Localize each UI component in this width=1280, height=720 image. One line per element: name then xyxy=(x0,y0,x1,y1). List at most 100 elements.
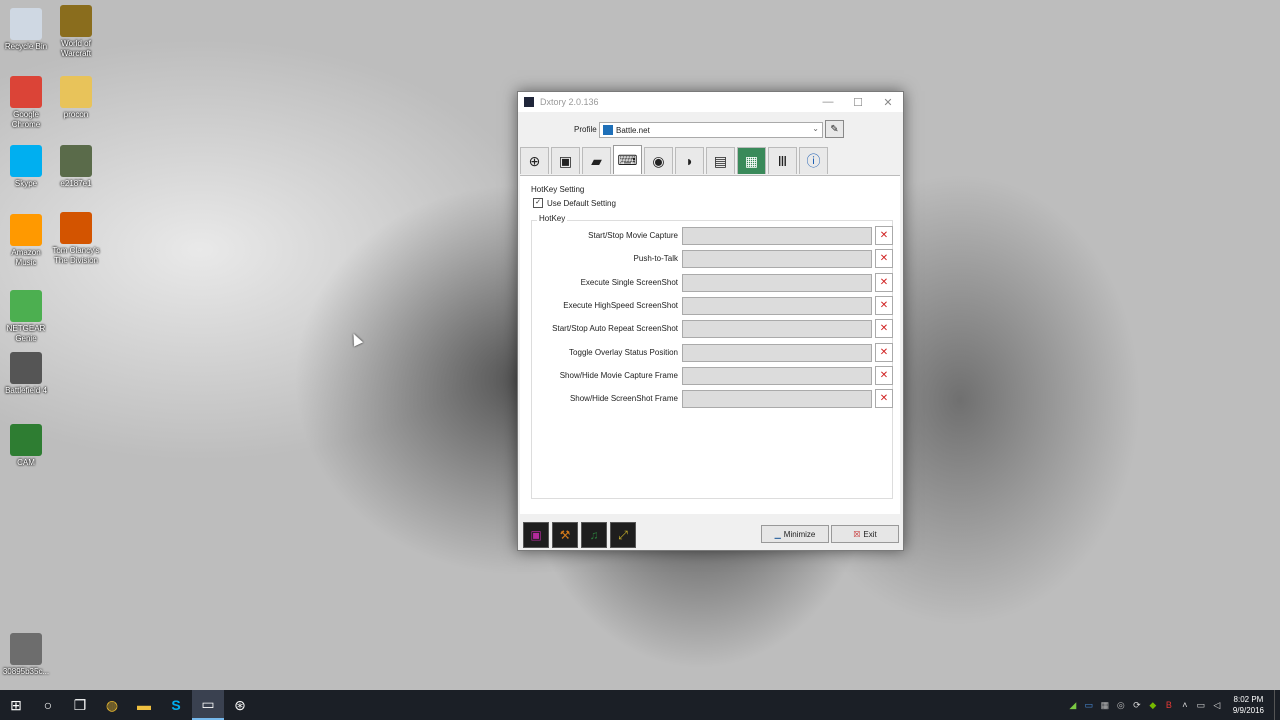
desktop-icon[interactable]: Tom Clancy's The Division xyxy=(50,212,102,266)
mouse-cursor xyxy=(348,331,364,347)
desktop-icon[interactable]: Skype xyxy=(0,145,52,189)
clear-hotkey-button[interactable]: ✕ xyxy=(875,226,893,245)
dxtory-window: Dxtory 2.0.136 — ☐ ✕ Profile Battle.net … xyxy=(517,91,904,551)
tab-keyboard[interactable]: ⌨ xyxy=(613,145,642,174)
desktop-icon[interactable]: World of Warcraft xyxy=(50,5,102,59)
system-tray: ◢ ▭ ▦ ◎ ⟳ ◆ B ˄ ▭ ◁ 8:02 PM 9/9/2016 xyxy=(1065,690,1280,720)
checkbox-icon[interactable]: ✓ xyxy=(533,198,543,208)
dxtory-tray-icon[interactable]: ▭ xyxy=(1082,698,1096,712)
desktop-icon-label: 30895b35c... xyxy=(2,667,50,676)
maximize-window-button[interactable]: ☐ xyxy=(843,92,873,112)
desktop-icon[interactable]: e2187e1 xyxy=(50,145,102,189)
battlefield-icon xyxy=(10,352,42,384)
profile-dropdown[interactable]: Battle.net ⌄ xyxy=(599,122,823,138)
profile-label: Profile xyxy=(574,125,597,134)
clear-hotkey-button[interactable]: ✕ xyxy=(875,389,893,409)
desktop-icon[interactable]: CAM xyxy=(0,424,52,468)
window-title: Dxtory 2.0.136 xyxy=(540,97,599,107)
wow-icon xyxy=(60,5,92,37)
task-view-icon[interactable]: ❐ xyxy=(64,690,96,720)
tab-headphones[interactable]: ◗ xyxy=(675,147,704,174)
edit-profile-button[interactable]: ✎ xyxy=(825,120,844,138)
image-file-icon xyxy=(60,145,92,177)
overlay-button[interactable]: ▣ xyxy=(523,522,549,548)
skype-icon xyxy=(10,145,42,177)
chevron-up-icon[interactable]: ˄ xyxy=(1178,698,1192,712)
clear-icon: ✕ xyxy=(879,369,889,381)
wrench-button[interactable]: ⚒ xyxy=(552,522,578,548)
skype-taskbar-icon[interactable]: S xyxy=(160,690,192,720)
tab-crosshair[interactable]: ⊕ xyxy=(520,147,549,174)
hotkey-row: Push-to-Talk ✕ xyxy=(532,249,893,269)
sync-icon[interactable]: ⟳ xyxy=(1130,698,1144,712)
music-button[interactable]: ♫ xyxy=(581,522,607,548)
chrome-taskbar-icon[interactable]: ◍ xyxy=(96,690,128,720)
desktop-icon[interactable]: NETGEAR Genie xyxy=(0,290,52,344)
desktop-icon-label: CAM xyxy=(17,458,35,467)
hotkey-group-title: HotKey xyxy=(537,214,568,223)
recycle-bin-icon xyxy=(10,8,42,40)
tab-info[interactable]: ⓘ xyxy=(799,147,828,174)
profile-row: Profile Battle.net ⌄ ✎ xyxy=(518,120,903,138)
wifi-signal-icon[interactable]: ◢ xyxy=(1066,698,1080,712)
hotkey-input[interactable] xyxy=(682,273,872,292)
hotkey-row: Start/Stop Auto Repeat ScreenShot ✕ xyxy=(532,319,893,339)
hotkey-label: Show/Hide ScreenShot Frame xyxy=(569,394,678,404)
minimize-button[interactable]: ▁ Minimize xyxy=(761,525,829,543)
file-explorer-icon[interactable]: ▬ xyxy=(128,690,160,720)
division-icon xyxy=(60,212,92,244)
hotkey-group: Start/Stop Movie Capture ✕ Push-to-Talk ✕ Ex… xyxy=(531,220,893,499)
clear-hotkey-button[interactable]: ✕ xyxy=(875,342,893,362)
app-icon xyxy=(524,97,534,107)
desktop-icon[interactable]: Battlefield 4 xyxy=(0,352,52,396)
hotkey-input[interactable] xyxy=(682,343,872,362)
title-bar[interactable]: Dxtory 2.0.136 — ☐ ✕ xyxy=(518,92,903,112)
network-icon[interactable]: ▦ xyxy=(1098,698,1112,712)
hotkey-input[interactable] xyxy=(682,320,872,339)
exit-label: Exit xyxy=(863,529,877,539)
hotkey-input[interactable] xyxy=(682,296,872,315)
clear-hotkey-button[interactable]: ✕ xyxy=(875,319,893,339)
hotkey-input[interactable] xyxy=(682,227,872,245)
desktop-icon[interactable]: Amazon Music xyxy=(0,214,52,268)
volume-icon[interactable]: ◁ xyxy=(1210,698,1224,712)
hotkey-input[interactable] xyxy=(682,390,872,409)
minimize-window-button[interactable]: — xyxy=(813,92,843,112)
dxtory-taskbar-icon[interactable]: ▭ xyxy=(192,690,224,720)
desktop-icon[interactable]: procon xyxy=(50,76,102,120)
show-desktop-button[interactable] xyxy=(1274,690,1280,720)
tab-tools[interactable]: Ⅲ xyxy=(768,147,797,174)
clear-hotkey-button[interactable]: ✕ xyxy=(875,249,893,269)
network-status-icon[interactable]: ▭ xyxy=(1194,698,1208,712)
expand-button[interactable]: ⤢ xyxy=(610,522,636,548)
clear-hotkey-button[interactable]: ✕ xyxy=(875,365,893,385)
hotkey-input[interactable] xyxy=(682,366,872,385)
clock[interactable]: 8:02 PM 9/9/2016 xyxy=(1233,694,1264,716)
nvidia-icon[interactable]: ◆ xyxy=(1146,698,1160,712)
desktop-icon[interactable]: Google Chrome xyxy=(0,76,52,130)
close-window-button[interactable]: ✕ xyxy=(873,92,903,112)
steam-tray-icon[interactable]: ◎ xyxy=(1114,698,1128,712)
cortana-search-icon[interactable]: ○ xyxy=(32,690,64,720)
hotkey-input[interactable] xyxy=(682,250,872,269)
tab-video-camera[interactable]: ◉ xyxy=(644,147,673,174)
tab-monitor[interactable]: ▣ xyxy=(551,147,580,174)
bitdefender-icon[interactable]: B xyxy=(1162,698,1176,712)
clear-hotkey-button[interactable]: ✕ xyxy=(875,295,893,315)
headphones-icon: ◗ xyxy=(685,153,694,169)
start-button[interactable]: ⊞ xyxy=(0,690,32,720)
desktop-icon[interactable]: 30895b35c... xyxy=(0,633,52,677)
exit-button[interactable]: ☒ Exit xyxy=(831,525,899,543)
tab-camera[interactable]: ▤ xyxy=(706,147,735,174)
desktop-icon-label: Battlefield 4 xyxy=(5,386,47,395)
wrench-icon: ⚒ xyxy=(559,528,571,542)
tab-folder[interactable]: ▰ xyxy=(582,147,611,174)
clock-date: 9/9/2016 xyxy=(1232,706,1264,715)
use-default-setting-checkbox[interactable]: ✓ Use Default Setting xyxy=(533,198,616,208)
desktop-icon[interactable]: Recycle Bin xyxy=(0,8,52,52)
desktop-icon-label: Amazon Music xyxy=(11,248,41,267)
crosshair-icon: ⊕ xyxy=(528,152,541,169)
tab-chip[interactable]: ▦ xyxy=(737,147,766,174)
clear-hotkey-button[interactable]: ✕ xyxy=(875,272,893,292)
steam-taskbar-icon[interactable]: ⊛ xyxy=(224,690,256,720)
